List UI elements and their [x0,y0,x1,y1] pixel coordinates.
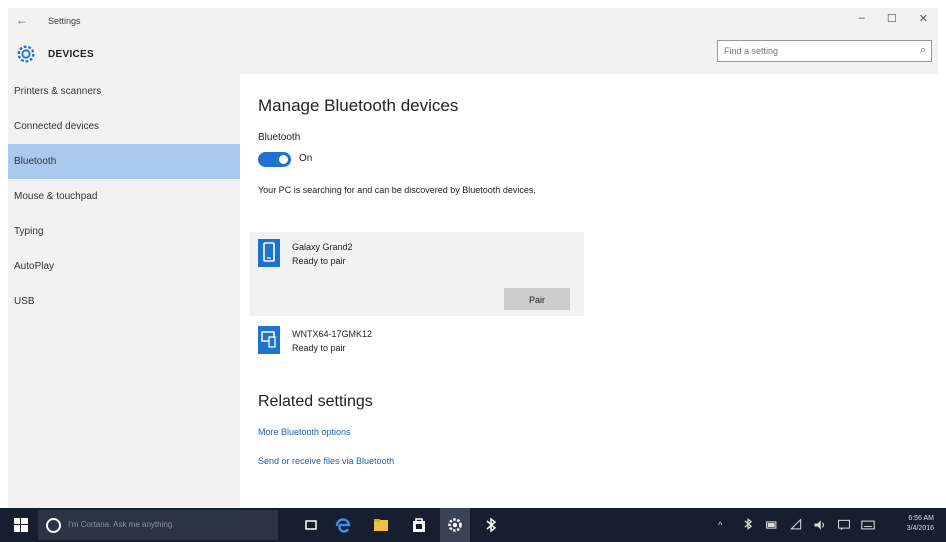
cortana-placeholder: I'm Cortana. Ask me anything. [68,520,175,529]
sidebar-item-connected-devices[interactable]: Connected devices [8,109,240,144]
volume-icon[interactable] [813,518,827,532]
search-placeholder: Find a setting [724,46,779,56]
bluetooth-tray-icon[interactable] [741,517,755,531]
keyboard-icon[interactable] [861,518,875,532]
toggle-knob [279,155,288,164]
device-item[interactable]: WNTX64-17GMK12 Ready to pair [258,326,578,366]
sidebar: Printers & scanners Connected devices Bl… [8,74,240,508]
battery-icon[interactable] [765,518,779,532]
search-icon[interactable]: ⌕ [920,44,926,57]
sidebar-item-autoplay[interactable]: AutoPlay [8,249,240,284]
title-bar: ← Settings – ☐ ✕ [8,8,938,36]
search-input[interactable]: Find a setting ⌕ [717,40,932,62]
cortana-search-box[interactable]: I'm Cortana. Ask me anything. [38,510,278,540]
back-arrow-icon[interactable]: ← [16,13,28,27]
bluetooth-toggle[interactable] [258,152,291,167]
page-header: DEVICES Find a setting ⌕ [8,36,938,74]
phone-icon [258,239,280,267]
clock-time: 6:56 AM [908,515,934,522]
store-icon[interactable] [410,516,428,534]
taskbar-clock[interactable]: 6:56 AM 3/4/2016 [907,514,934,534]
device-name: Galaxy Grand2 [292,242,353,252]
page-title: DEVICES [48,49,95,60]
tray-expand-icon[interactable]: ^ [718,520,722,530]
bluetooth-icon[interactable] [482,516,500,534]
taskbar: I'm Cortana. Ask me anything. ^ 6:56 AM … [0,508,946,542]
device-item[interactable]: Galaxy Grand2 Ready to pair [258,239,578,279]
device-status: Ready to pair [292,343,346,353]
content-title: Manage Bluetooth devices [258,96,459,115]
message-icon[interactable] [837,518,851,532]
send-receive-files-link[interactable]: Send or receive files via Bluetooth [258,456,394,466]
gear-icon [17,45,35,63]
toggle-state-label: On [299,153,313,164]
gear-icon [448,518,462,532]
settings-window: ← Settings – ☐ ✕ DEVICES Find a setting … [8,8,938,508]
sidebar-item-printers-scanners[interactable]: Printers & scanners [8,74,240,109]
settings-app-active[interactable] [440,508,470,542]
close-button[interactable]: ✕ [919,12,928,25]
more-bluetooth-options-link[interactable]: More Bluetooth options [258,427,351,437]
sidebar-item-usb[interactable]: USB [8,284,240,319]
maximize-button[interactable]: ☐ [887,12,897,25]
device-card-selected[interactable]: Galaxy Grand2 Ready to pair Pair [250,232,584,316]
sidebar-item-typing[interactable]: Typing [8,214,240,249]
related-settings-heading: Related settings [258,393,373,410]
task-view-icon[interactable] [302,516,320,534]
network-icon[interactable] [789,518,803,532]
sidebar-item-mouse-touchpad[interactable]: Mouse & touchpad [8,179,240,214]
device-status: Ready to pair [292,256,346,266]
edge-browser-icon[interactable] [334,516,352,534]
cortana-icon [46,518,61,533]
sidebar-item-bluetooth[interactable]: Bluetooth [8,144,240,179]
bluetooth-label: Bluetooth [258,132,301,143]
app-title: Settings [48,16,81,26]
minimize-button[interactable]: – [859,12,865,25]
main-content: Manage Bluetooth devices Bluetooth On Yo… [250,74,918,508]
computer-phone-icon [258,326,280,354]
windows-start-icon[interactable] [14,518,28,532]
pair-button[interactable]: Pair [504,288,570,310]
device-name: WNTX64-17GMK12 [292,329,373,339]
clock-date: 3/4/2016 [906,525,934,532]
discovery-status-text: Your PC is searching for and can be disc… [258,185,536,195]
file-explorer-icon[interactable] [372,516,390,534]
window-controls: – ☐ ✕ [859,12,928,25]
